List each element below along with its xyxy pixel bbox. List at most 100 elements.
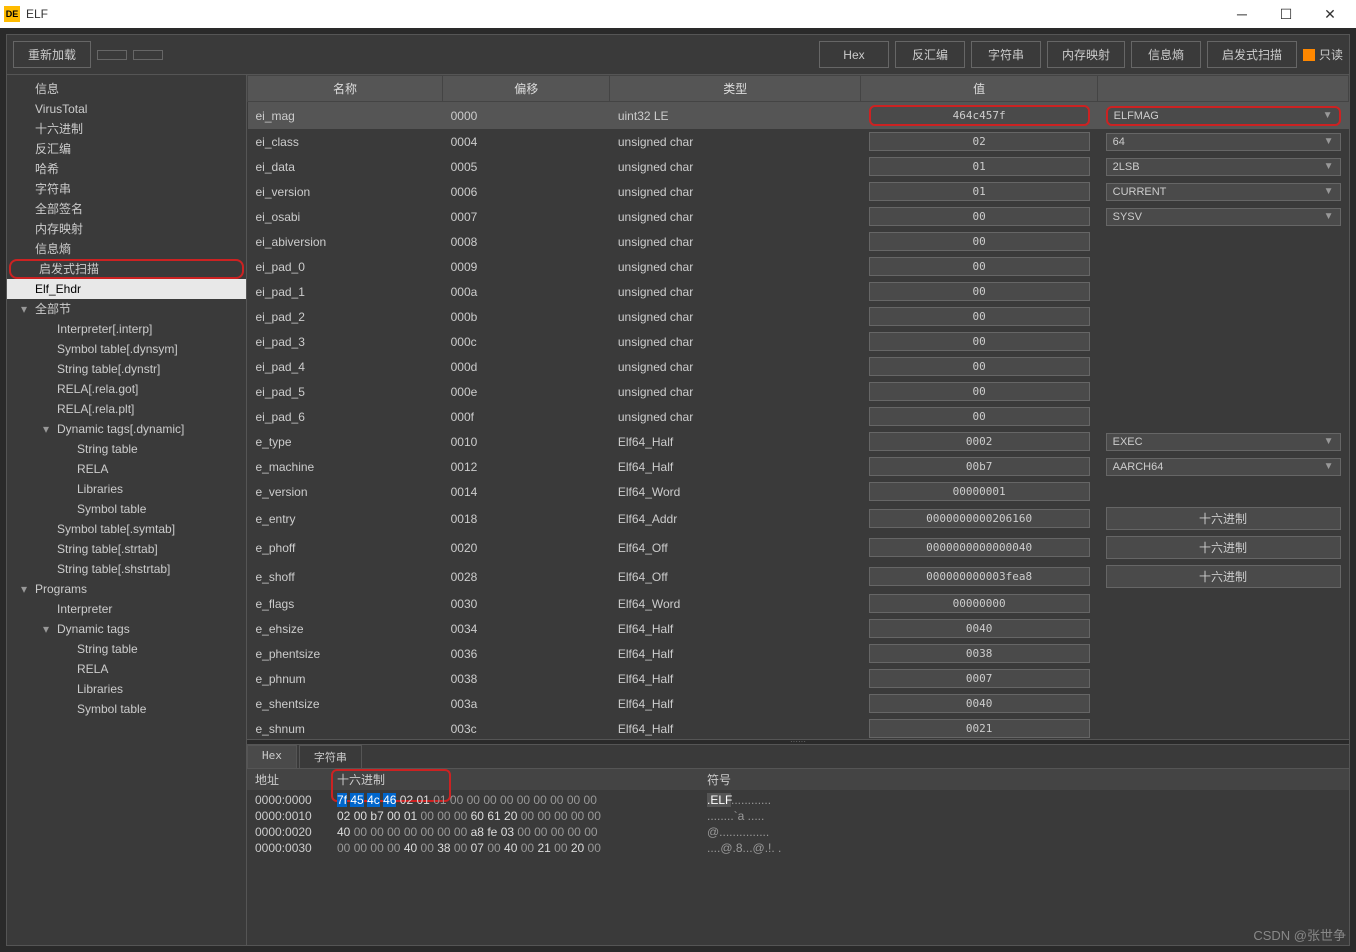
table-row[interactable]: ei_abiversion0008unsigned char00	[248, 229, 1349, 254]
tree-item-0[interactable]: 信息	[7, 79, 246, 99]
value-box[interactable]: 000000000003fea8	[869, 567, 1090, 586]
extra-dropdown[interactable]: SYSV▼	[1106, 208, 1341, 226]
tree-item-20[interactable]: Libraries	[7, 479, 246, 499]
tree-item-27[interactable]: ▾Dynamic tags	[7, 619, 246, 639]
chevron-down-icon[interactable]: ▼	[1324, 211, 1334, 222]
toolbar-btn-1[interactable]: 反汇编	[895, 41, 965, 68]
table-row[interactable]: ei_pad_4000dunsigned char00	[248, 354, 1349, 379]
value-box[interactable]: 00000001	[869, 482, 1090, 501]
table-row[interactable]: e_ehsize0034Elf64_Half0040	[248, 616, 1349, 641]
extra-dropdown[interactable]: EXEC▼	[1106, 433, 1341, 451]
toolbar-btn-3[interactable]: 内存映射	[1047, 41, 1125, 68]
table-row[interactable]: e_flags0030Elf64_Word00000000	[248, 591, 1349, 616]
tree-item-6[interactable]: 全部签名	[7, 199, 246, 219]
maximize-button[interactable]: ☐	[1264, 0, 1308, 28]
hex-button[interactable]: 十六进制	[1106, 536, 1341, 559]
chevron-down-icon[interactable]: ▼	[1324, 161, 1334, 172]
tree-item-21[interactable]: Symbol table	[7, 499, 246, 519]
tree-item-9[interactable]: 启发式扫描	[9, 259, 244, 279]
tree-item-18[interactable]: String table	[7, 439, 246, 459]
th-offset[interactable]: 偏移	[443, 76, 610, 102]
hex-tab-1[interactable]: 字符串	[299, 745, 362, 768]
table-row[interactable]: e_phentsize0036Elf64_Half0038	[248, 641, 1349, 666]
th-name[interactable]: 名称	[248, 76, 443, 102]
table-row[interactable]: ei_class0004unsigned char0264▼	[248, 129, 1349, 154]
hex-tab-0[interactable]: Hex	[247, 745, 297, 768]
table-row[interactable]: e_entry0018Elf64_Addr0000000000206160十六进…	[248, 504, 1349, 533]
table-row[interactable]: ei_pad_5000eunsigned char00	[248, 379, 1349, 404]
tree-item-5[interactable]: 字符串	[7, 179, 246, 199]
table-row[interactable]: ei_pad_3000cunsigned char00	[248, 329, 1349, 354]
value-box[interactable]: 0007	[869, 669, 1090, 688]
value-box[interactable]: 00	[869, 382, 1090, 401]
value-box[interactable]: 00	[869, 407, 1090, 426]
chevron-down-icon[interactable]: ▼	[1324, 136, 1334, 147]
hex-button[interactable]: 十六进制	[1106, 565, 1341, 588]
table-row[interactable]: e_version0014Elf64_Word00000001	[248, 479, 1349, 504]
value-box[interactable]: 00	[869, 357, 1090, 376]
tree-item-2[interactable]: 十六进制	[7, 119, 246, 139]
value-box[interactable]: 00	[869, 207, 1090, 226]
tree-item-29[interactable]: RELA	[7, 659, 246, 679]
toolbar-blank-2[interactable]	[133, 50, 163, 60]
minimize-button[interactable]: ─	[1220, 0, 1264, 28]
value-box[interactable]: 00	[869, 332, 1090, 351]
hex-body[interactable]: 0000:00007f 45 4c 46 02 01 01 00 00 00 0…	[247, 790, 1349, 945]
tree-item-28[interactable]: String table	[7, 639, 246, 659]
chevron-down-icon[interactable]: ▼	[1324, 436, 1334, 447]
expand-icon[interactable]: ▾	[43, 621, 53, 637]
table-row[interactable]: ei_version0006unsigned char01CURRENT▼	[248, 179, 1349, 204]
hex-bytes[interactable]: 7f 45 4c 46 02 01 01 00 00 00 00 00 00 0…	[337, 792, 707, 808]
th-value[interactable]: 值	[861, 76, 1098, 102]
table-row[interactable]: ei_pad_1000aunsigned char00	[248, 279, 1349, 304]
toolbar-btn-4[interactable]: 信息熵	[1131, 41, 1201, 68]
hex-bytes[interactable]: 00 00 00 00 40 00 38 00 07 00 40 00 21 0…	[337, 840, 707, 856]
extra-dropdown[interactable]: CURRENT▼	[1106, 183, 1341, 201]
table-row[interactable]: e_type0010Elf64_Half0002EXEC▼	[248, 429, 1349, 454]
tree-item-17[interactable]: ▾Dynamic tags[.dynamic]	[7, 419, 246, 439]
toolbar-btn-2[interactable]: 字符串	[971, 41, 1041, 68]
tree-item-25[interactable]: ▾Programs	[7, 579, 246, 599]
value-box[interactable]: 00	[869, 307, 1090, 326]
toolbar-btn-0[interactable]: Hex	[819, 41, 889, 68]
table-row[interactable]: e_shoff0028Elf64_Off000000000003fea8十六进制	[248, 562, 1349, 591]
tree-item-14[interactable]: String table[.dynstr]	[7, 359, 246, 379]
chevron-down-icon[interactable]: ▼	[1324, 461, 1334, 472]
table-row[interactable]: e_shnum003cElf64_Half0021	[248, 716, 1349, 739]
tree-item-26[interactable]: Interpreter	[7, 599, 246, 619]
tree-item-30[interactable]: Libraries	[7, 679, 246, 699]
value-box[interactable]: 02	[869, 132, 1090, 151]
value-box[interactable]: 00	[869, 282, 1090, 301]
tree-item-15[interactable]: RELA[.rela.got]	[7, 379, 246, 399]
extra-dropdown[interactable]: 64▼	[1106, 133, 1341, 151]
tree-item-23[interactable]: String table[.strtab]	[7, 539, 246, 559]
table-row[interactable]: e_shentsize003aElf64_Half0040	[248, 691, 1349, 716]
tree-item-13[interactable]: Symbol table[.dynsym]	[7, 339, 246, 359]
tree-item-4[interactable]: 哈希	[7, 159, 246, 179]
value-box[interactable]: 464c457f	[869, 105, 1090, 126]
tree-item-31[interactable]: Symbol table	[7, 699, 246, 719]
expand-icon[interactable]: ▾	[21, 581, 31, 597]
tree-item-12[interactable]: Interpreter[.interp]	[7, 319, 246, 339]
extra-dropdown[interactable]: 2LSB▼	[1106, 158, 1341, 176]
th-extra[interactable]	[1098, 76, 1349, 102]
tree-item-8[interactable]: 信息熵	[7, 239, 246, 259]
chevron-down-icon[interactable]: ▼	[1324, 186, 1334, 197]
tree-item-10[interactable]: Elf_Ehdr	[7, 279, 246, 299]
table-row[interactable]: e_machine0012Elf64_Half00b7AARCH64▼	[248, 454, 1349, 479]
value-box[interactable]: 0040	[869, 694, 1090, 713]
hex-button[interactable]: 十六进制	[1106, 507, 1341, 530]
table-row[interactable]: ei_pad_6000funsigned char00	[248, 404, 1349, 429]
value-box[interactable]: 00b7	[869, 457, 1090, 476]
expand-icon[interactable]: ▾	[21, 301, 31, 317]
value-box[interactable]: 0000000000206160	[869, 509, 1090, 528]
hex-bytes[interactable]: 40 00 00 00 00 00 00 00 a8 fe 03 00 00 0…	[337, 824, 707, 840]
value-box[interactable]: 0038	[869, 644, 1090, 663]
extra-dropdown[interactable]: ELFMAG▼	[1106, 106, 1341, 126]
table-row[interactable]: ei_data0005unsigned char012LSB▼	[248, 154, 1349, 179]
extra-dropdown[interactable]: AARCH64▼	[1106, 458, 1341, 476]
expand-icon[interactable]: ▾	[43, 421, 53, 437]
value-box[interactable]: 0040	[869, 619, 1090, 638]
close-button[interactable]: ✕	[1308, 0, 1352, 28]
value-box[interactable]: 00	[869, 232, 1090, 251]
